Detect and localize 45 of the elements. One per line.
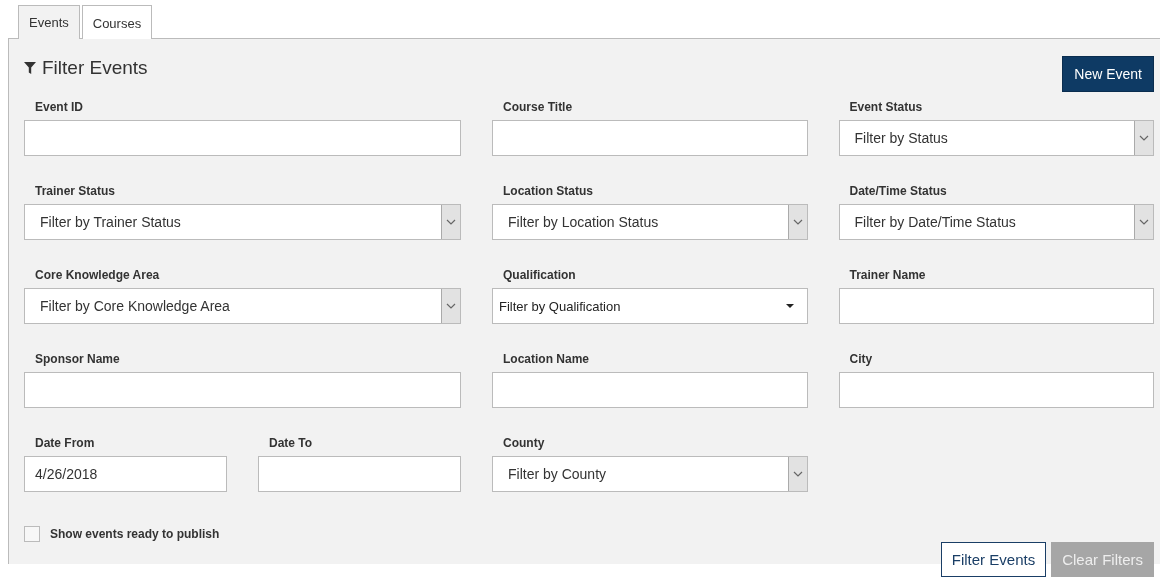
- chevron-down-icon: [787, 457, 807, 491]
- filter-button[interactable]: Filter Events: [940, 542, 1047, 577]
- select-field[interactable]: Filter by County: [492, 456, 808, 492]
- chevron-down-icon: [1134, 205, 1153, 239]
- field-label: Qualification: [502, 268, 577, 282]
- input-field[interactable]: [258, 456, 461, 492]
- field-label: Sponsor Name: [34, 352, 121, 366]
- new-event-button[interactable]: New Event: [1062, 56, 1154, 92]
- checkbox[interactable]: [24, 526, 40, 542]
- tab[interactable]: Events: [18, 5, 80, 39]
- select-field[interactable]: Filter by Location Status: [492, 204, 808, 240]
- field-label: Date To: [268, 436, 314, 450]
- panel-title: Filter Events: [42, 57, 148, 79]
- field-label: Date From: [34, 436, 96, 450]
- chevron-down-icon: [441, 289, 460, 323]
- checkbox-label: Show events ready to publish: [50, 527, 220, 541]
- input-field[interactable]: [492, 372, 808, 408]
- field-label: Trainer Name: [848, 268, 927, 282]
- input-field[interactable]: [492, 120, 808, 156]
- field-label: Date/Time Status: [848, 184, 948, 198]
- caret-icon: [785, 304, 794, 308]
- dropdown-field[interactable]: Filter by Qualification: [492, 288, 808, 324]
- select-field[interactable]: Filter by Date/Time Status: [838, 204, 1154, 240]
- field-label: Trainer Status: [34, 184, 117, 198]
- chevron-down-icon: [1134, 121, 1153, 155]
- field-label: Event ID: [34, 100, 84, 114]
- field-label: Core Knowledge Area: [34, 268, 161, 282]
- chevron-down-icon: [441, 205, 460, 239]
- field-label: Location Status: [502, 184, 594, 198]
- input-field[interactable]: [838, 372, 1154, 408]
- field-label: Location Name: [502, 352, 590, 366]
- select-field[interactable]: Filter by Status: [838, 120, 1154, 156]
- field-label: Course Title: [502, 100, 574, 114]
- field-label: County: [502, 436, 546, 450]
- chevron-down-icon: [787, 205, 807, 239]
- input-field[interactable]: [24, 372, 461, 408]
- input-field[interactable]: 4/26/2018: [24, 456, 227, 492]
- input-field[interactable]: [24, 120, 461, 156]
- input-field[interactable]: [838, 288, 1154, 324]
- select-field[interactable]: Filter by Core Knowledge Area: [24, 288, 461, 324]
- field-label: City: [848, 352, 874, 366]
- field-label: Event Status: [848, 100, 924, 114]
- tab[interactable]: Courses: [81, 5, 153, 39]
- select-field[interactable]: Filter by Trainer Status: [24, 204, 461, 240]
- filter-icon: [24, 62, 36, 74]
